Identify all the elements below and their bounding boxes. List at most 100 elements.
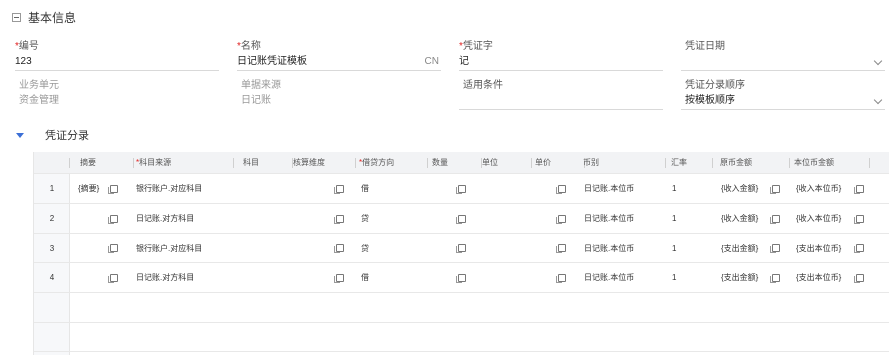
header-currency[interactable]: 币别 — [583, 152, 666, 173]
condition-input[interactable] — [459, 92, 663, 110]
rate-cell[interactable]: 1 — [672, 174, 702, 203]
copy-icon[interactable] — [556, 174, 566, 203]
entries-section-header[interactable]: 凭证分录 — [16, 127, 89, 143]
copy-icon[interactable] — [334, 174, 344, 203]
copy-icon[interactable] — [334, 263, 344, 292]
header-rate[interactable]: 汇率 — [671, 152, 713, 173]
expand-triangle-icon[interactable] — [16, 132, 24, 138]
local-amount-cell[interactable]: {收入本位币} — [796, 174, 852, 203]
copy-icon[interactable] — [456, 204, 466, 233]
entry-order-select[interactable]: 按模板顺序 — [681, 92, 885, 110]
copy-icon[interactable] — [334, 244, 344, 253]
table-row[interactable]: 4 日记账.对方科目 借 日记账.本位币 1 {支出金额} {支出本位币} — [34, 263, 889, 293]
copy-icon[interactable] — [770, 263, 780, 292]
voucher-word-input[interactable]: 记 — [459, 53, 663, 71]
code-field[interactable]: *编号 123 — [15, 40, 219, 74]
copy-icon[interactable] — [770, 234, 780, 262]
copy-icon[interactable] — [108, 263, 118, 292]
currency-cell[interactable]: 日记账.本位币 — [584, 234, 664, 262]
direction-cell[interactable]: 贷 — [361, 204, 391, 233]
copy-icon[interactable] — [556, 214, 566, 224]
local-amount-cell[interactable]: {支出本位币} — [796, 263, 852, 292]
copy-icon[interactable] — [854, 214, 864, 224]
copy-icon[interactable] — [456, 273, 466, 283]
copy-icon[interactable] — [854, 273, 864, 283]
copy-icon[interactable] — [854, 244, 864, 253]
orig-amount-cell[interactable]: {收入金额} — [721, 174, 771, 203]
copy-icon[interactable] — [556, 244, 566, 253]
table-row[interactable]: 1 {摘要} 银行账户.对应科目 借 日记账.本位币 1 {收入金额} {收入本… — [34, 174, 889, 204]
subject-source-cell[interactable]: 日记账.对方科目 — [136, 204, 256, 233]
direction-cell[interactable]: 贷 — [361, 234, 391, 262]
name-field[interactable]: *名称 日记账凭证模板 CN — [237, 40, 441, 74]
local-amount-cell[interactable]: {收入本位币} — [796, 204, 852, 233]
condition-field[interactable]: 适用条件 — [459, 79, 663, 113]
copy-icon[interactable] — [770, 244, 780, 253]
lang-suffix[interactable]: CN — [425, 53, 439, 71]
header-price[interactable]: 单价 — [535, 152, 585, 173]
copy-icon[interactable] — [770, 214, 780, 224]
copy-icon[interactable] — [770, 273, 780, 283]
header-direction[interactable]: * 借贷方向 — [359, 152, 428, 173]
currency-cell[interactable]: 日记账.本位币 — [584, 263, 664, 292]
copy-icon[interactable] — [556, 234, 566, 262]
name-input[interactable]: 日记账凭证模板 CN — [237, 53, 441, 71]
copy-icon[interactable] — [456, 263, 466, 292]
copy-icon[interactable] — [108, 234, 118, 262]
summary-cell[interactable] — [78, 263, 106, 292]
copy-icon[interactable] — [770, 184, 780, 194]
copy-icon[interactable] — [854, 204, 864, 233]
copy-icon[interactable] — [334, 234, 344, 262]
header-subject-source[interactable]: * 科目来源 — [134, 152, 234, 173]
subject-source-cell[interactable]: 银行账户.对应科目 — [136, 174, 256, 203]
copy-icon[interactable] — [556, 263, 566, 292]
chevron-down-icon[interactable] — [873, 95, 883, 105]
copy-icon[interactable] — [108, 204, 118, 233]
copy-icon[interactable] — [456, 184, 466, 194]
copy-icon[interactable] — [456, 234, 466, 262]
subject-source-cell[interactable]: 银行账户.对应科目 — [136, 234, 256, 262]
orig-amount-cell[interactable]: {收入金额} — [721, 204, 771, 233]
header-summary[interactable]: 摘要 — [80, 152, 134, 173]
copy-icon[interactable] — [108, 184, 118, 194]
copy-icon[interactable] — [108, 244, 118, 253]
copy-icon[interactable] — [334, 214, 344, 224]
currency-cell[interactable]: 日记账.本位币 — [584, 204, 664, 233]
copy-icon[interactable] — [334, 184, 344, 194]
rate-cell[interactable]: 1 — [672, 234, 702, 262]
copy-icon[interactable] — [456, 244, 466, 253]
copy-icon[interactable] — [108, 174, 118, 203]
header-orig-amount[interactable]: 原币金额 — [720, 152, 790, 173]
summary-cell[interactable]: {摘要} — [78, 174, 106, 203]
voucher-date-select[interactable] — [681, 53, 885, 71]
header-subject[interactable]: 科目 — [243, 152, 293, 173]
direction-cell[interactable]: 借 — [361, 174, 391, 203]
entry-order-field[interactable]: 凭证分录顺序 按模板顺序 — [681, 79, 885, 113]
copy-icon[interactable] — [854, 263, 864, 292]
copy-icon[interactable] — [456, 214, 466, 224]
copy-icon[interactable] — [108, 214, 118, 224]
copy-icon[interactable] — [556, 184, 566, 194]
copy-icon[interactable] — [770, 204, 780, 233]
collapse-icon[interactable] — [12, 13, 21, 22]
copy-icon[interactable] — [556, 204, 566, 233]
rate-cell[interactable]: 1 — [672, 204, 702, 233]
summary-cell[interactable] — [78, 204, 106, 233]
local-amount-cell[interactable]: {支出本位币} — [796, 234, 852, 262]
currency-cell[interactable]: 日记账.本位币 — [584, 174, 664, 203]
copy-icon[interactable] — [556, 273, 566, 283]
orig-amount-cell[interactable]: {支出金额} — [721, 234, 771, 262]
header-qty[interactable]: 数量 — [432, 152, 482, 173]
code-input[interactable]: 123 — [15, 53, 219, 71]
empty-row[interactable] — [34, 293, 889, 323]
copy-icon[interactable] — [854, 174, 864, 203]
copy-icon[interactable] — [334, 204, 344, 233]
copy-icon[interactable] — [770, 174, 780, 203]
copy-icon[interactable] — [854, 184, 864, 194]
direction-cell[interactable]: 借 — [361, 263, 391, 292]
table-row[interactable]: 2 日记账.对方科目 贷 日记账.本位币 1 {收入金额} {收入本位币} — [34, 204, 889, 234]
header-local-amount[interactable]: 本位币金额 — [794, 152, 870, 173]
orig-amount-cell[interactable]: {支出金额} — [721, 263, 771, 292]
copy-icon[interactable] — [334, 273, 344, 283]
copy-icon[interactable] — [108, 273, 118, 283]
